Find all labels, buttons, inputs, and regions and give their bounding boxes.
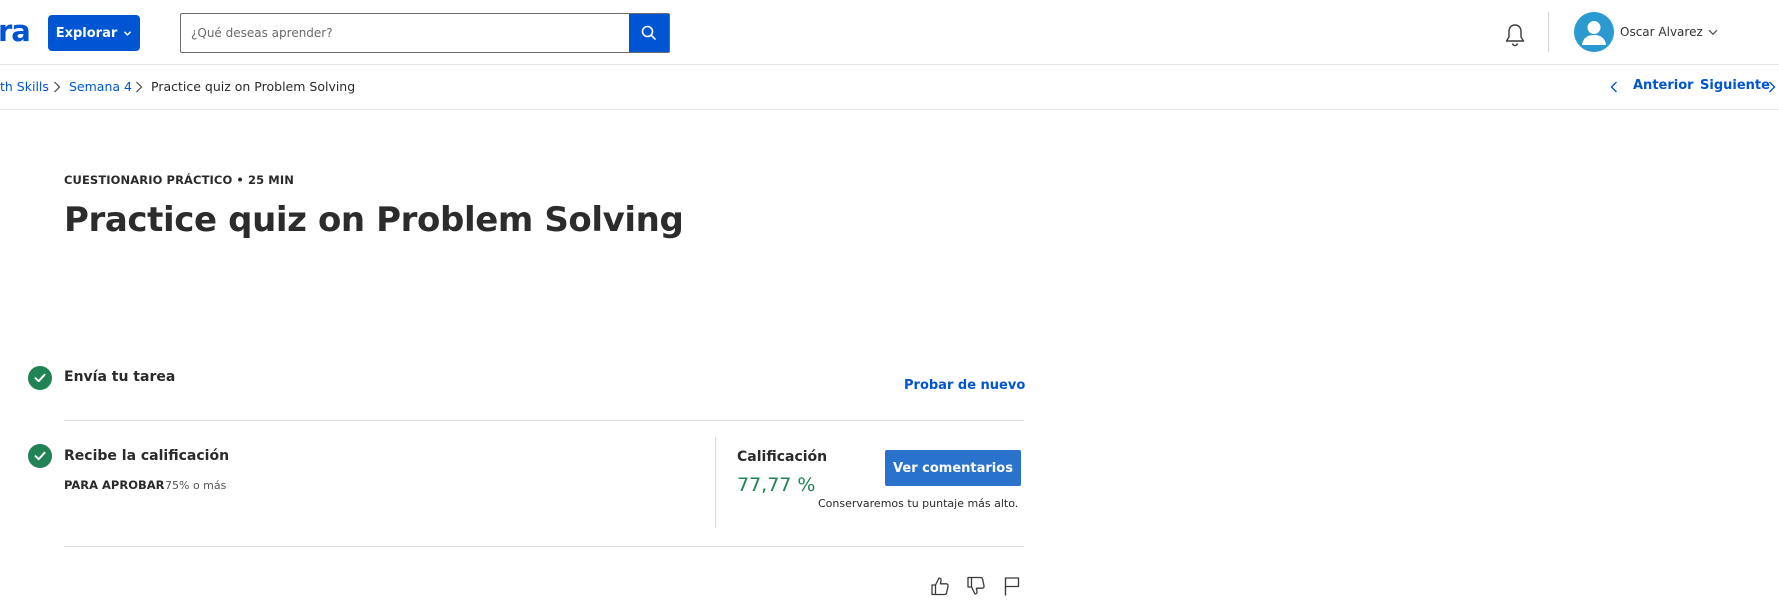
view-feedback-button[interactable]: Ver comentarios	[885, 450, 1021, 486]
next-link[interactable]: Siguiente	[1700, 78, 1770, 93]
breadcrumb-bar: th Skills Semana 4 Practice quiz on Prob…	[0, 65, 1779, 110]
user-name[interactable]: Oscar Alvarez	[1620, 25, 1703, 39]
highest-score-note: Conservaremos tu puntaje más alto.	[818, 497, 1019, 510]
retry-link[interactable]: Probar de nuevo	[904, 378, 1025, 393]
avatar-silhouette	[1582, 21, 1606, 45]
section-divider	[64, 546, 1024, 547]
breadcrumb-course[interactable]: th Skills	[0, 79, 49, 94]
section-divider	[64, 420, 1024, 421]
bell-icon[interactable]	[1503, 22, 1527, 48]
chevron-down-icon	[124, 30, 132, 36]
grade-value: 77,77 %	[737, 474, 816, 496]
user-avatar-icon[interactable]	[1574, 12, 1614, 52]
explore-button-label: Explorar	[55, 25, 118, 41]
check-icon	[28, 444, 52, 468]
chevron-left-icon[interactable]	[1610, 81, 1618, 93]
search-bar	[180, 13, 670, 53]
logo[interactable]: ra	[0, 14, 31, 48]
grade-label: Calificación	[737, 449, 828, 465]
chevron-right-icon[interactable]	[1768, 81, 1776, 93]
thumbs-up-icon[interactable]	[929, 575, 951, 597]
page-title: Practice quiz on Problem Solving	[64, 200, 684, 240]
item-type-label: CUESTIONARIO PRÁCTICO • 25 MIN	[64, 173, 294, 187]
chevron-right-icon	[136, 81, 143, 93]
breadcrumb-week[interactable]: Semana 4	[69, 79, 132, 94]
previous-link[interactable]: Anterior	[1633, 78, 1694, 93]
breadcrumb-current: Practice quiz on Problem Solving	[151, 79, 356, 94]
search-button[interactable]	[629, 14, 669, 52]
search-input[interactable]	[181, 14, 629, 52]
chevron-down-icon[interactable]	[1708, 29, 1718, 36]
flag-icon[interactable]	[1001, 575, 1023, 597]
pass-requirement-label: PARA APROBAR	[64, 478, 165, 492]
pass-requirement-value: 75% o más	[165, 479, 227, 492]
chevron-right-icon	[54, 81, 61, 93]
explore-button[interactable]: Explorar	[48, 15, 140, 51]
grade-divider	[715, 437, 716, 528]
submit-step-title: Envía tu tarea	[64, 369, 176, 385]
grade-step-title: Recibe la calificación	[64, 448, 230, 464]
search-icon	[641, 25, 657, 41]
header-divider	[1548, 12, 1549, 52]
check-icon	[28, 366, 52, 390]
top-navigation-bar: ra Explorar Oscar Alvarez	[0, 0, 1779, 65]
thumbs-down-icon[interactable]	[965, 575, 987, 597]
